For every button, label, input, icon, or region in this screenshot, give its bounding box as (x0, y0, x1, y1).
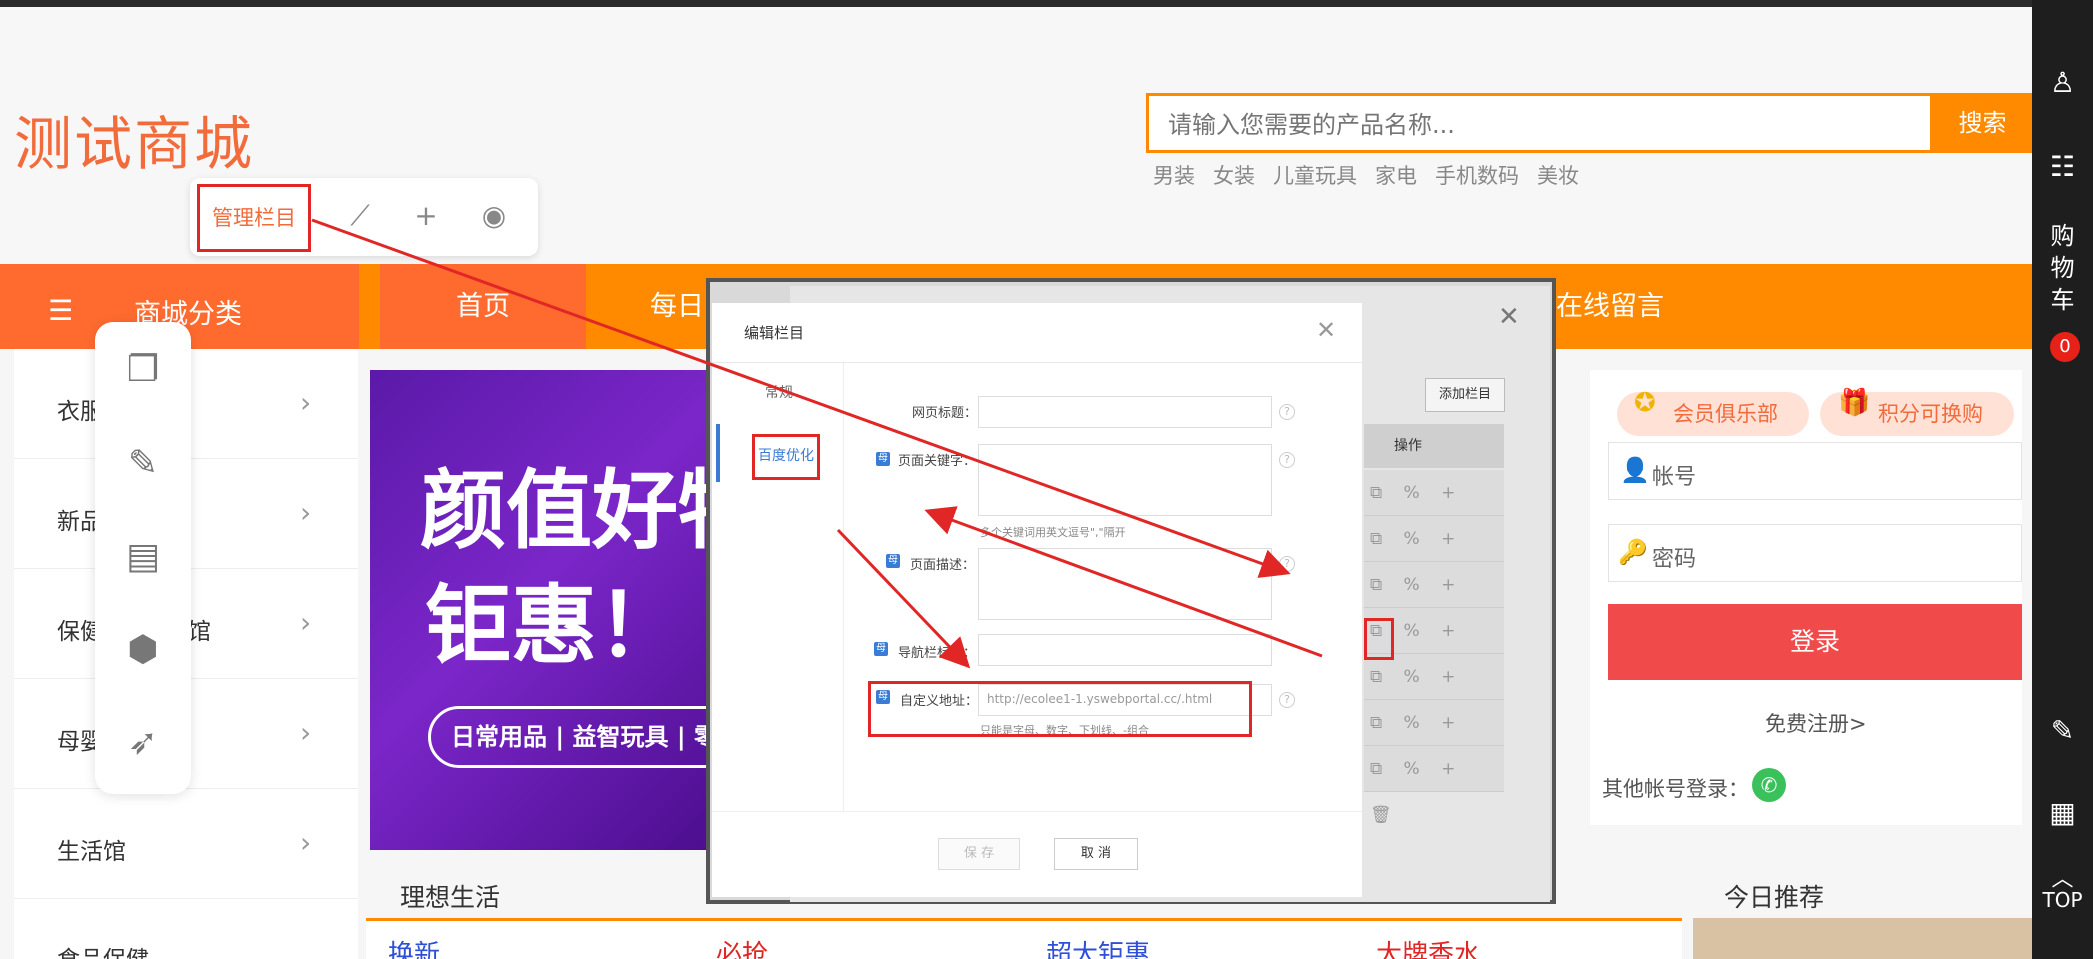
arrow-seo-to-url (836, 528, 971, 669)
annotation-arrows (311, 218, 1323, 669)
arrow-copy-to-keywords (924, 506, 1323, 658)
arrow-manage-to-form (311, 218, 1291, 578)
